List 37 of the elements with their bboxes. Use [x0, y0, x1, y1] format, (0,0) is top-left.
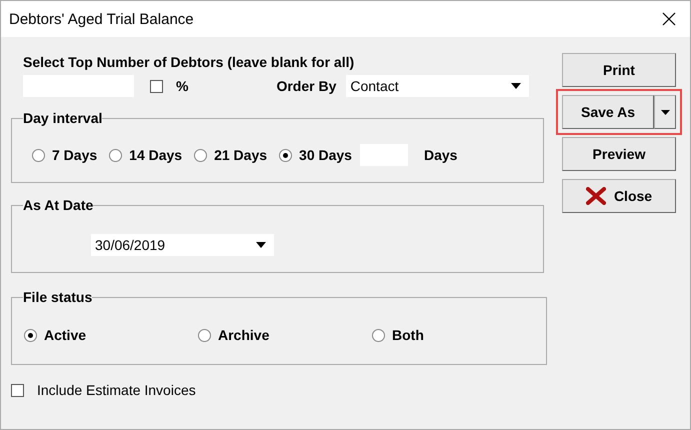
group-title: File status: [23, 289, 92, 305]
group-title: As At Date: [23, 197, 94, 213]
cross-icon: [586, 187, 606, 205]
caret-icon: [511, 83, 522, 89]
field-label: Order By: [276, 78, 336, 94]
caret-icon: [256, 242, 266, 248]
date-dropdown[interactable]: 30/06/2019: [91, 234, 274, 256]
radio-option[interactable]: 30 Days: [279, 147, 352, 163]
radio-button[interactable]: [24, 328, 37, 342]
radio-option[interactable]: Archive: [198, 327, 372, 343]
checkbox-label: %: [176, 78, 188, 94]
radio-button[interactable]: [372, 328, 385, 342]
window-title: Debtors' Aged Trial Balance: [9, 10, 194, 28]
radio-option[interactable]: Active: [24, 327, 198, 343]
radio-button[interactable]: [32, 148, 45, 162]
radio-button[interactable]: [109, 148, 122, 162]
unit-label: Days: [424, 147, 458, 163]
field-label: Select Top Number of Debtors (leave blank for all): [23, 54, 356, 70]
order-by-dropdown[interactable]: Contact: [346, 75, 530, 97]
close-button[interactable]: Close: [562, 179, 676, 213]
checkbox[interactable]: [150, 80, 163, 92]
save-as-button[interactable]: Save As: [562, 95, 654, 129]
radio-option[interactable]: 7 Days: [32, 147, 98, 163]
checkbox[interactable]: [11, 384, 24, 396]
print-button[interactable]: Print: [562, 53, 676, 87]
radio-option[interactable]: 14 Days: [109, 147, 182, 163]
caret-icon: [660, 110, 670, 114]
checkbox-label: Include Estimate Invoices: [37, 382, 196, 398]
radio-option[interactable]: Both: [372, 327, 546, 343]
radio-button[interactable]: [194, 148, 208, 162]
close-icon[interactable]: [662, 12, 676, 26]
dropdown-button[interactable]: [654, 95, 676, 129]
group-title: Day interval: [23, 110, 102, 126]
radio-option[interactable]: 21 Days: [194, 147, 268, 163]
radio-button[interactable]: [198, 328, 211, 342]
radio-button[interactable]: [279, 148, 292, 162]
preview-button[interactable]: Preview: [562, 137, 676, 171]
